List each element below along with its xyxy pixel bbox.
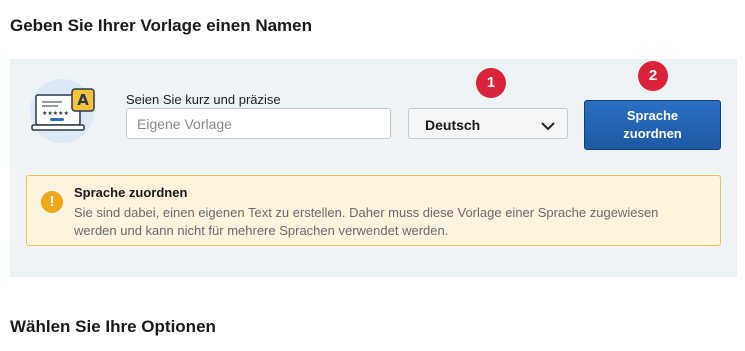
- step-badge-1: 1: [476, 68, 506, 98]
- language-warning-alert: ! Sprache zuordnen Sie sind dabei, einen…: [26, 175, 721, 246]
- step-badge-2: 2: [638, 61, 668, 91]
- name-input-label: Seien Sie kurz und präzise: [126, 92, 281, 107]
- alert-message: Sie sind dabei, einen eigenen Text zu er…: [74, 205, 659, 238]
- alert-title: Sprache zuordnen: [74, 185, 188, 200]
- svg-text:★★★★★: ★★★★★: [42, 110, 69, 117]
- template-name-input[interactable]: [126, 108, 391, 139]
- language-select[interactable]: Deutsch: [408, 108, 568, 139]
- assign-button-label-line2: zuordnen: [623, 126, 682, 141]
- exclamation-icon: !: [41, 191, 63, 213]
- template-name-panel: ★★★★★ A Seien Sie kurz und präzise 1 Deu…: [10, 59, 737, 277]
- template-illustration: ★★★★★ A: [28, 77, 100, 145]
- chevron-down-icon: [541, 118, 555, 136]
- language-select-value: Deutsch: [425, 117, 481, 133]
- assign-language-button[interactable]: Sprache zuordnen: [584, 100, 721, 150]
- page-heading-choose-options: Wählen Sie Ihre Optionen: [10, 317, 216, 336]
- page-heading-template-name: Geben Sie Ihrer Vorlage einen Namen: [10, 16, 313, 35]
- assign-button-label-line1: Sprache: [626, 108, 679, 123]
- illustration-letter: A: [77, 91, 89, 109]
